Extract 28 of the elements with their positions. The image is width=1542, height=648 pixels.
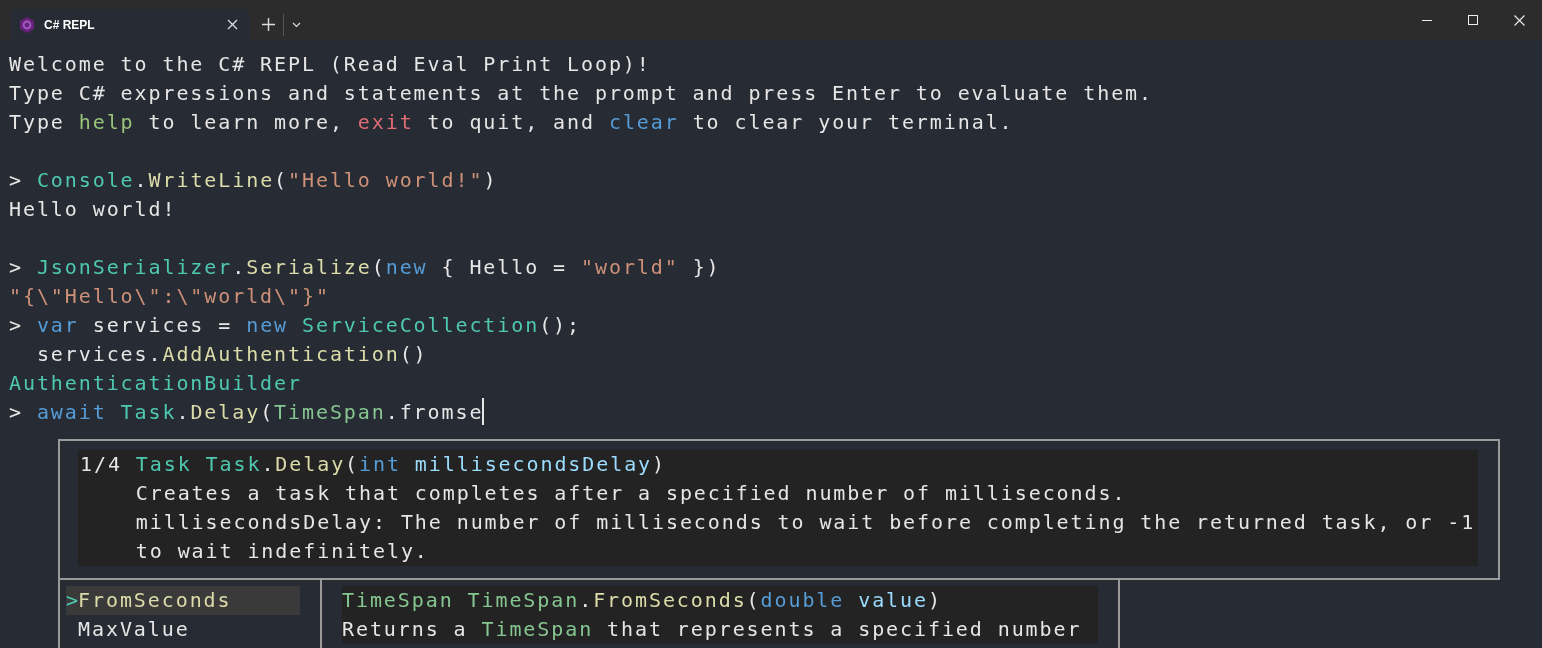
terminal-tab[interactable]: C# REPL xyxy=(10,9,250,40)
terminal-line: Type C# expressions and statements at the prompt and press Enter to evaluate them. xyxy=(9,80,1153,107)
dropdown-caret-icon[interactable] xyxy=(292,21,301,28)
terminal-line: AuthenticationBuilder xyxy=(9,370,302,397)
new-tab-icon[interactable] xyxy=(262,18,275,31)
hexagon-logo-icon xyxy=(20,16,34,33)
terminal-line: > await Task.Delay(TimeSpan.fromse xyxy=(9,398,485,427)
terminal-line: > JsonSerializer.Serialize(new { Hello = "world" }) xyxy=(9,254,721,281)
terminal-line: Welcome to the C# REPL (Read Eval Print Loop)! xyxy=(9,51,651,78)
doc-line: millisecondsDelay: The number of milliseconds to wait before completing the returned task, or -1 xyxy=(134,509,1476,536)
detail-line: TimeSpan TimeSpan.FromSeconds(double value) xyxy=(342,587,942,614)
tab-title: C# REPL xyxy=(44,17,96,32)
minimize-icon[interactable] xyxy=(1422,19,1432,21)
maximize-icon[interactable] xyxy=(1468,15,1478,25)
doc-line: Creates a task that completes after a specified number of milliseconds. xyxy=(134,480,1127,507)
terminal-line: Hello world! xyxy=(9,196,177,223)
signature-line: 1/4 Task Task.Delay(int millisecondsDelay) xyxy=(80,451,666,478)
completion-item[interactable]: MaxValue xyxy=(66,615,300,644)
terminal-line: > var services = new ServiceCollection(); xyxy=(9,312,582,339)
completion-item[interactable]: >FromSeconds xyxy=(66,586,300,615)
terminal-line: > Console.WriteLine("Hello world!") xyxy=(9,167,498,194)
terminal-line: "{\"Hello\":\"world\"}" xyxy=(9,283,330,310)
terminal-line: services.AddAuthentication() xyxy=(35,341,428,368)
detail-line: Returns a TimeSpan that represents a specified number xyxy=(342,616,1082,643)
close-icon[interactable] xyxy=(1513,14,1525,26)
doc-line: to wait indefinitely. xyxy=(134,538,429,565)
close-icon[interactable] xyxy=(227,19,238,30)
terminal-line: Type help to learn more, exit to quit, and clear to clear your terminal. xyxy=(9,109,1014,136)
